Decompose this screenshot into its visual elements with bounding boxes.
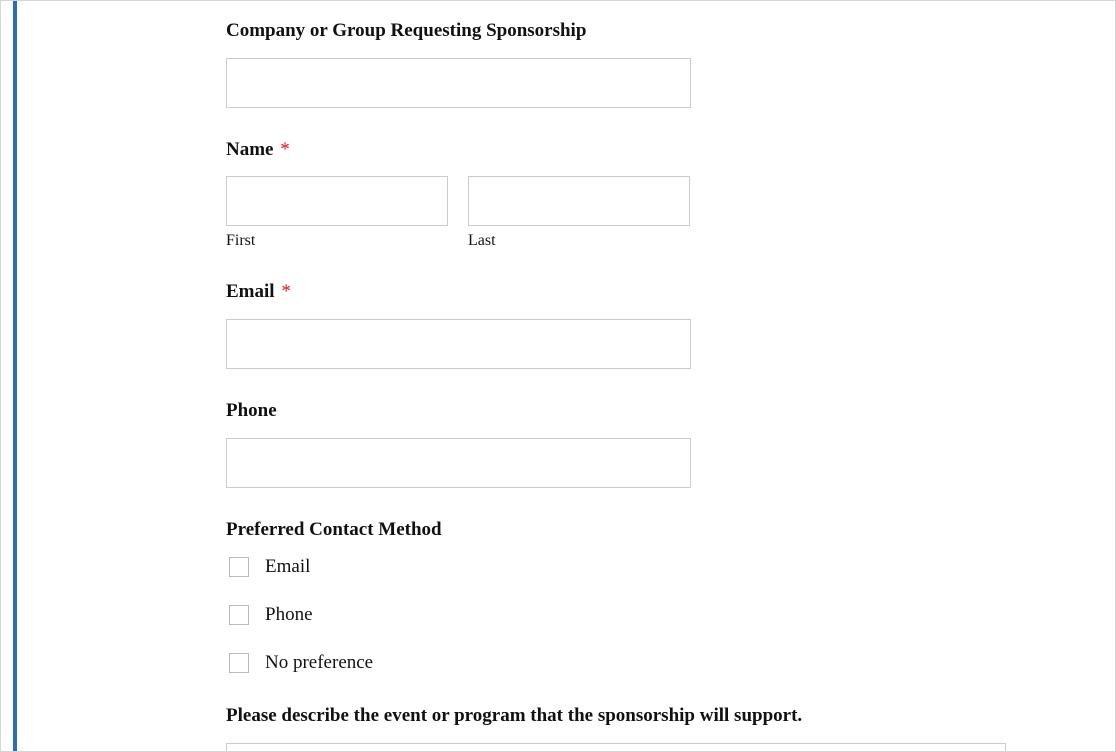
accent-bar (13, 1, 17, 751)
option-no-preference: No preference (226, 652, 1006, 674)
checkbox-label-no-preference: No preference (265, 652, 373, 674)
checkbox-no-preference[interactable] (229, 653, 249, 673)
checkbox-label-email: Email (265, 556, 310, 578)
field-phone: Phone (226, 399, 1006, 488)
contact-method-options: Email Phone No preference (226, 556, 1006, 674)
name-col-last: Last (468, 176, 690, 250)
input-email[interactable] (226, 319, 691, 369)
sublabel-first: First (226, 232, 448, 250)
label-email-text: Email (226, 281, 275, 302)
name-col-first: First (226, 176, 448, 250)
input-description[interactable] (226, 743, 1006, 752)
label-name-text: Name (226, 139, 273, 160)
checkbox-label-phone: Phone (265, 604, 313, 626)
label-phone: Phone (226, 399, 1006, 424)
input-phone[interactable] (226, 438, 691, 488)
field-contact-method: Preferred Contact Method Email Phone No … (226, 518, 1006, 675)
label-description: Please describe the event or program tha… (226, 704, 1006, 729)
field-name: Name * First Last (226, 138, 1006, 251)
input-company[interactable] (226, 58, 691, 108)
form-container: Company or Group Requesting Sponsorship … (0, 0, 1116, 752)
field-company: Company or Group Requesting Sponsorship (226, 19, 1006, 108)
sponsorship-form: Company or Group Requesting Sponsorship … (226, 19, 1006, 752)
required-mark: * (281, 281, 291, 302)
checkbox-phone[interactable] (229, 605, 249, 625)
required-mark: * (280, 139, 290, 160)
sublabel-last: Last (468, 232, 690, 250)
label-contact-method: Preferred Contact Method (226, 518, 1006, 543)
label-email: Email * (226, 280, 1006, 305)
field-description: Please describe the event or program tha… (226, 704, 1006, 752)
field-email: Email * (226, 280, 1006, 369)
input-first-name[interactable] (226, 176, 448, 226)
label-company: Company or Group Requesting Sponsorship (226, 19, 1006, 44)
name-row: First Last (226, 176, 1006, 250)
option-phone: Phone (226, 604, 1006, 626)
checkbox-email[interactable] (229, 557, 249, 577)
option-email: Email (226, 556, 1006, 578)
label-name: Name * (226, 138, 1006, 163)
input-last-name[interactable] (468, 176, 690, 226)
